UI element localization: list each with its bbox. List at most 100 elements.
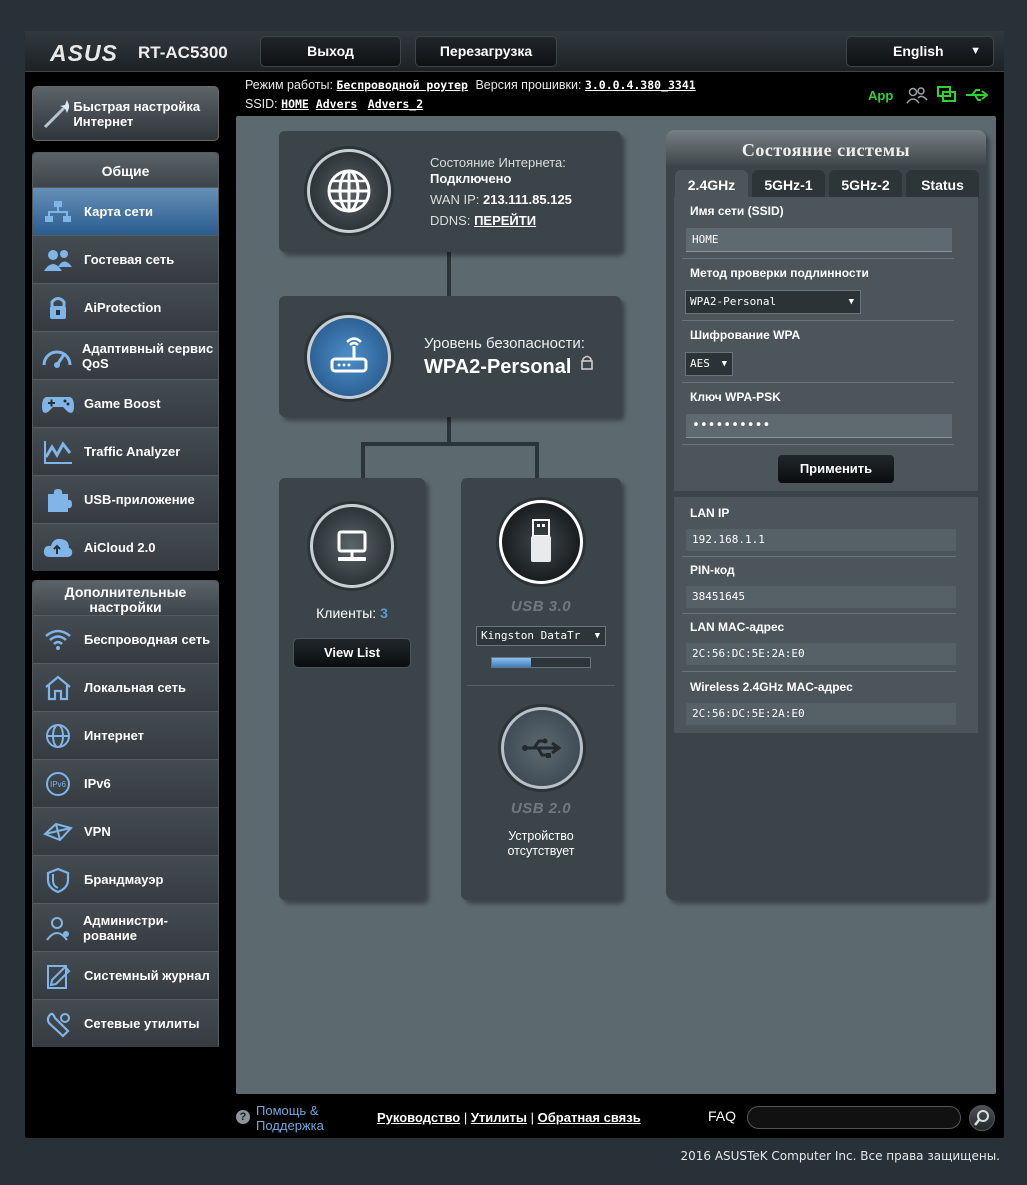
usb3-device-select[interactable]: Kingston DataTr ▼ [476, 626, 606, 646]
sidebar-item-advanced-2[interactable]: Интернет [33, 711, 218, 759]
sidebar-item-general-3[interactable]: Адаптивный сервис QoS [33, 331, 218, 379]
search-icon[interactable] [969, 1105, 995, 1131]
lan-mac-value: 2C:56:DC:5E:2A:E0 [686, 643, 956, 665]
sidebar-item-advanced-8[interactable]: Сетевые утилиты [33, 999, 218, 1047]
tab-5ghz-2[interactable]: 5GHz-2 [829, 170, 902, 198]
firmware-link[interactable]: 3.0.0.4.380_3341 [585, 78, 696, 92]
chevron-down-icon: ▼ [594, 631, 600, 641]
gamepad-icon [41, 389, 75, 419]
sidebar-item-label: Интернет [84, 728, 145, 743]
language-select[interactable]: English ▼ [846, 36, 994, 67]
view-list-button[interactable]: View List [293, 638, 411, 668]
field-separator [682, 556, 956, 557]
router-card[interactable]: Уровень безопасности: WPA2-Personal [279, 296, 621, 417]
tools-icon [41, 1009, 75, 1039]
firmware-label: Версия прошивки: [475, 78, 582, 92]
wan-ip-label: WAN IP: [430, 192, 480, 207]
sidebar-item-advanced-4[interactable]: VPN [33, 807, 218, 855]
wan-ip-line: WAN IP: 213.111.85.125 [430, 192, 572, 207]
faq-label: FAQ [708, 1108, 737, 1124]
sidebar-item-general-2[interactable]: AiProtection [33, 283, 218, 331]
clients-count[interactable]: 3 [380, 605, 388, 621]
apply-button[interactable]: Применить [777, 454, 895, 484]
copyright: 2016 ASUSTeK Computer Inc. Все права защ… [680, 1149, 1000, 1163]
sidebar-item-label: USB-приложение [84, 492, 195, 507]
computer-icon[interactable] [310, 504, 394, 588]
field-separator [682, 258, 954, 259]
usb-status-icon[interactable] [964, 86, 990, 104]
router-icon [307, 315, 391, 399]
sidebar-item-general-6[interactable]: USB-приложение [33, 475, 218, 523]
sidebar-advanced: Дополнительные настройки Беспроводная се… [32, 580, 219, 1047]
reboot-button[interactable]: Перезагрузка [415, 36, 557, 67]
internet-status-label: Состояние Интернета: [430, 155, 566, 170]
general-nav-list: Карта сети Гостевая сеть AiProtection Адапт… [33, 187, 218, 571]
auth-method-label: Метод проверки подлинности [690, 266, 869, 280]
connector-line [361, 442, 365, 478]
quick-setup-button[interactable]: Быстрая настройка Интернет [32, 86, 219, 141]
app-link[interactable]: App [868, 88, 893, 103]
sidebar-item-advanced-5[interactable]: Брандмауэр [33, 855, 218, 903]
auth-method-select[interactable]: WPA2-Personal ▼ [685, 290, 861, 314]
model-name: RT-AC5300 [138, 43, 228, 62]
sidebar-item-label: Гостевая сеть [84, 252, 175, 267]
sidebar-item-label: Системный журнал [84, 968, 210, 983]
ssid-field[interactable]: HOME [686, 228, 952, 252]
tab-status[interactable]: Status [906, 170, 979, 198]
internet-card[interactable]: Состояние Интернета: Подключено WAN IP: … [279, 131, 621, 252]
ddns-line: DDNS: ПЕРЕЙТИ [430, 213, 536, 228]
lan-ip-label: LAN IP [690, 506, 730, 520]
footer-divider: | [463, 1110, 471, 1125]
ddns-label: DDNS: [430, 213, 471, 228]
tab-5ghz-1[interactable]: 5GHz-1 [752, 170, 825, 198]
logout-button[interactable]: Выход [260, 36, 401, 67]
clients-line: Клиенты: 3 [279, 605, 425, 621]
mode-link[interactable]: Беспроводной роутер [336, 78, 468, 92]
sidebar-item-label: AiProtection [84, 300, 162, 315]
tab-2-4ghz[interactable]: 2.4GHz [675, 170, 748, 198]
wpa-psk-field[interactable]: •••••••••• [686, 414, 952, 438]
sidebar-item-advanced-6[interactable]: Администри-рование [33, 903, 218, 951]
shield-icon [41, 865, 75, 895]
manual-link[interactable]: Руководство [377, 1110, 460, 1125]
wpa-encryption-select[interactable]: AES ▼ [685, 352, 733, 376]
usb-drive-icon[interactable] [499, 500, 583, 584]
network-status-icon[interactable] [936, 86, 958, 104]
utilities-link[interactable]: Утилиты [471, 1110, 527, 1125]
quick-setup-label: Быстрая настройка Интернет [73, 98, 201, 129]
ssid-link-home[interactable]: HOME [281, 97, 309, 111]
sidebar-item-label: Администри-рование [83, 912, 168, 943]
sidebar-item-general-5[interactable]: Traffic Analyzer [33, 427, 218, 475]
chevron-down-icon: ▼ [970, 45, 981, 57]
puzzle-icon [41, 485, 75, 515]
help-support-link[interactable]: Помощь & Поддержка [256, 1103, 336, 1133]
globe-icon [307, 149, 391, 233]
usb-card: USB 3.0 Kingston DataTr ▼ USB 2.0 Устрой… [461, 478, 621, 900]
sidebar-item-advanced-3[interactable]: IPv6 IPv6 [33, 759, 218, 807]
sidebar-item-general-0[interactable]: Карта сети [33, 187, 218, 235]
sidebar-item-advanced-7[interactable]: Системный журнал [33, 951, 218, 999]
faq-search-input[interactable] [747, 1106, 961, 1129]
sidebar-item-general-7[interactable]: AiCloud 2.0 [33, 523, 218, 571]
wpa-encryption-label: Шифрование WPA [690, 328, 801, 342]
sidebar-item-general-1[interactable]: Гостевая сеть [33, 235, 218, 283]
security-value: WPA2-Personal [424, 356, 572, 378]
clients-card: Клиенты: 3 View List [279, 478, 425, 900]
sidebar-item-general-4[interactable]: Game Boost [33, 379, 218, 427]
field-separator [682, 444, 954, 445]
ddns-link[interactable]: ПЕРЕЙТИ [474, 213, 536, 228]
advanced-heading: Дополнительные настройки [33, 581, 218, 615]
sidebar-item-label: Traffic Analyzer [84, 444, 181, 459]
sidebar-item-advanced-1[interactable]: Локальная сеть [33, 663, 218, 711]
help-icon: ? [236, 1110, 250, 1124]
ssid-link-advers2[interactable]: Advers_2 [368, 97, 423, 111]
gauge-icon [41, 341, 73, 371]
clients-status-icon[interactable] [906, 86, 928, 104]
internet-status-value: Подключено [430, 171, 512, 186]
sidebar-item-label: Сетевые утилиты [84, 1016, 200, 1031]
ssid-link-advers[interactable]: Advers [316, 97, 358, 111]
log-icon [41, 961, 75, 991]
field-separator [682, 671, 956, 672]
feedback-link[interactable]: Обратная связь [538, 1110, 641, 1125]
sidebar-item-advanced-0[interactable]: Беспроводная сеть [33, 615, 218, 663]
